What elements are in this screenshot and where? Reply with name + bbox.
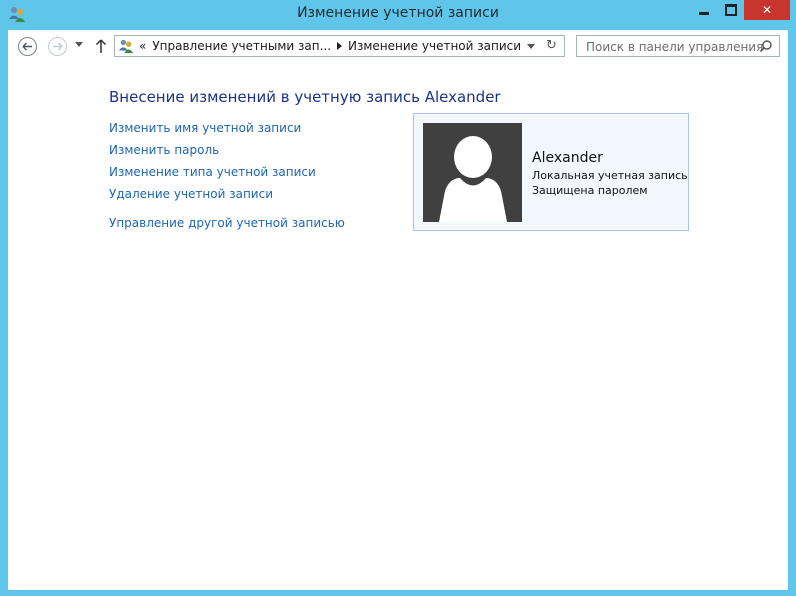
password-status: Защищена паролем — [532, 184, 648, 197]
search-input[interactable]: Поиск в панели управления — [586, 40, 763, 54]
avatar — [423, 123, 522, 222]
breadcrumb-item-user-accounts[interactable]: Управление учетными зап... — [152, 39, 331, 53]
change-password-link[interactable]: Изменить пароль — [109, 143, 219, 157]
close-button[interactable]: ✕ — [744, 0, 790, 20]
back-arrow-icon — [22, 42, 32, 51]
breadcrumb-separator-icon[interactable] — [337, 42, 343, 50]
up-arrow-icon[interactable] — [95, 38, 107, 54]
caption-buttons: ✕ — [690, 0, 790, 20]
minimize-icon — [698, 11, 709, 15]
maximize-icon — [724, 4, 737, 16]
refresh-icon[interactable]: ↻ — [546, 38, 557, 53]
page-title: Внесение изменений в учетную запись Alex… — [109, 88, 501, 106]
forward-arrow-icon — [53, 42, 63, 51]
address-bar[interactable]: « Управление учетными зап... Изменение у… — [114, 35, 565, 57]
user-silhouette-icon — [439, 136, 507, 222]
user-account-card: Alexander Локальная учетная запись Защищ… — [413, 113, 689, 231]
manage-another-account-link[interactable]: Управление другой учетной записью — [109, 216, 345, 230]
search-box[interactable]: Поиск в панели управления — [576, 35, 780, 57]
forward-button[interactable] — [48, 37, 67, 56]
user-name: Alexander — [532, 150, 603, 166]
breadcrumb: « Управление учетными зап... Изменение у… — [139, 39, 521, 53]
user-accounts-icon — [118, 39, 134, 54]
delete-account-link[interactable]: Удаление учетной записи — [109, 187, 273, 201]
content-area: « Управление учетными зап... Изменение у… — [8, 30, 788, 590]
address-history-chevron-down-icon[interactable] — [527, 44, 535, 49]
change-account-type-link[interactable]: Изменение типа учетной записи — [109, 165, 316, 179]
account-type: Локальная учетная запись — [532, 169, 688, 182]
recent-locations-chevron-down-icon[interactable] — [75, 42, 83, 47]
maximize-button[interactable] — [717, 0, 744, 20]
close-icon: ✕ — [761, 3, 773, 17]
search-icon[interactable] — [759, 39, 773, 53]
minimize-button[interactable] — [690, 0, 717, 20]
breadcrumb-item-current[interactable]: Изменение учетной записи — [348, 39, 521, 53]
window-title: Изменение учетной записи — [297, 5, 499, 21]
navigation-bar: « Управление учетными зап... Изменение у… — [8, 30, 788, 63]
title-bar[interactable]: Изменение учетной записи ✕ — [0, 0, 796, 28]
back-button[interactable] — [18, 37, 37, 56]
change-account-name-link[interactable]: Изменить имя учетной записи — [109, 121, 301, 135]
window: Изменение учетной записи ✕ « Управление … — [0, 0, 796, 596]
breadcrumb-overflow[interactable]: « — [139, 39, 146, 53]
